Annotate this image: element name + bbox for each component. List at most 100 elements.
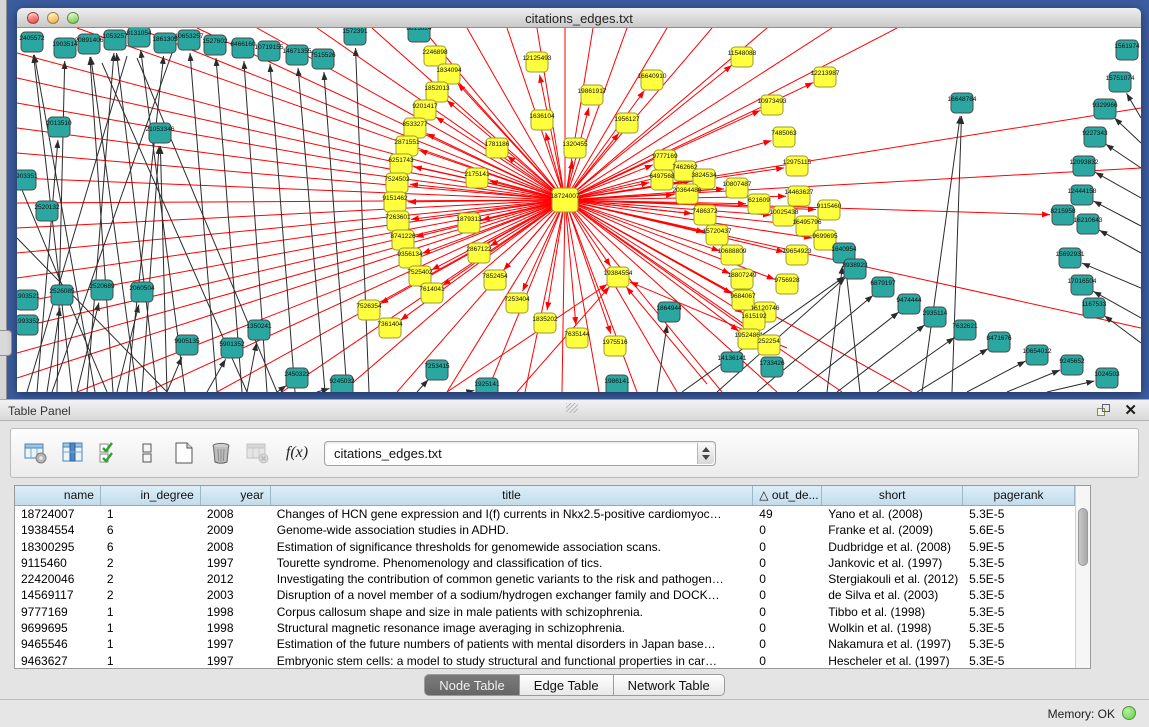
table-cell[interactable]: 49 (753, 506, 822, 522)
table-cell[interactable]: 9115460 (15, 555, 101, 571)
function-builder-icon[interactable]: f(x) (280, 444, 314, 462)
table-cell[interactable]: Jankovic et al. (1997) (822, 555, 963, 571)
table-cell[interactable]: Investigating the contribution of common… (271, 571, 754, 587)
table-cell[interactable]: 5.3E-5 (963, 506, 1075, 522)
table-cell[interactable]: 5.3E-5 (963, 620, 1075, 636)
window-titlebar[interactable]: citations_edges.txt (17, 8, 1141, 28)
citation-network-graph[interactable]: 1872400722468981834094185201392014178533… (17, 28, 1141, 392)
table-cell[interactable]: Estimation of the future numbers of pati… (271, 636, 754, 652)
table-cell[interactable]: 5.6E-5 (963, 522, 1075, 538)
node-table[interactable]: namein_degreeyeartitle△ out_de...shortpa… (14, 485, 1091, 669)
resize-grip-icon[interactable] (566, 403, 578, 413)
select-rows-icon[interactable] (95, 438, 125, 468)
table-row[interactable]: 1830029562008Estimation of significance … (15, 539, 1075, 555)
scrollbar-thumb[interactable] (1078, 508, 1088, 566)
table-cell[interactable]: Wolkin et al. (1998) (822, 620, 963, 636)
table-source-dropdown[interactable]: citations_edges.txt (324, 441, 716, 466)
tab-edge-table[interactable]: Edge Table (520, 674, 614, 696)
table-cell[interactable]: 2008 (201, 506, 271, 522)
table-cell[interactable]: 1 (101, 653, 201, 669)
table-cell[interactable]: Changes of HCN gene expression and I(f) … (271, 506, 754, 522)
column-header-out_de[interactable]: △ out_de... (753, 486, 822, 505)
table-row[interactable]: 977716911998Corpus callosum shape and si… (15, 604, 1075, 620)
table-cell[interactable]: 0 (753, 555, 822, 571)
table-cell[interactable]: Genome-wide association studies in ADHD. (271, 522, 754, 538)
table-cell[interactable]: 19384554 (15, 522, 101, 538)
table-row[interactable]: 1938455462009Genome-wide association stu… (15, 522, 1075, 538)
table-cell[interactable]: 0 (753, 587, 822, 603)
table-cell[interactable]: 5.3E-5 (963, 587, 1075, 603)
table-cell[interactable]: 0 (753, 522, 822, 538)
vertical-scrollbar[interactable] (1075, 486, 1090, 668)
table-cell[interactable]: Disruption of a novel member of a sodium… (271, 587, 754, 603)
table-cell[interactable]: 18300295 (15, 539, 101, 555)
close-panel-icon[interactable]: ✕ (1124, 402, 1137, 419)
table-cell[interactable]: 2003 (201, 587, 271, 603)
table-row[interactable]: 911546021997Tourette syndrome. Phenomeno… (15, 555, 1075, 571)
table-row[interactable]: 2242004622012Investigating the contribut… (15, 571, 1075, 587)
table-cell[interactable]: 1 (101, 604, 201, 620)
column-settings-icon[interactable] (21, 438, 51, 468)
table-cell[interactable]: Structural magnetic resonance image aver… (271, 620, 754, 636)
table-cell[interactable]: 1997 (201, 653, 271, 669)
table-cell[interactable]: 6 (101, 522, 201, 538)
table-cell[interactable]: 2009 (201, 522, 271, 538)
table-cell[interactable]: 0 (753, 539, 822, 555)
float-panel-icon[interactable] (1097, 404, 1111, 417)
table-cell[interactable]: 9699695 (15, 620, 101, 636)
tab-network-table[interactable]: Network Table (614, 674, 725, 696)
table-cell[interactable]: Dudbridge et al. (2008) (822, 539, 963, 555)
table-cell[interactable]: 2008 (201, 539, 271, 555)
table-cell[interactable]: Nakamura et al. (1997) (822, 636, 963, 652)
table-cell[interactable]: 0 (753, 604, 822, 620)
table-cell[interactable]: 1997 (201, 555, 271, 571)
network-canvas[interactable]: 1872400722468981834094185201392014178533… (17, 28, 1141, 392)
table-cell[interactable]: Yano et al. (2008) (822, 506, 963, 522)
table-cell[interactable]: Estimation of significance thresholds fo… (271, 539, 754, 555)
table-cell[interactable]: 1 (101, 636, 201, 652)
table-cell[interactable]: 14569117 (15, 587, 101, 603)
table-row[interactable]: 969969511998Structural magnetic resonanc… (15, 620, 1075, 636)
column-header-name[interactable]: name (15, 486, 101, 505)
table-cell[interactable]: 2 (101, 571, 201, 587)
table-cell[interactable]: 1998 (201, 620, 271, 636)
column-header-short[interactable]: short (822, 486, 963, 505)
table-cell[interactable]: 5.3E-5 (963, 555, 1075, 571)
show-column-icon[interactable] (58, 438, 88, 468)
table-cell[interactable]: 2012 (201, 571, 271, 587)
table-cell[interactable]: 0 (753, 571, 822, 587)
table-cell[interactable]: 0 (753, 653, 822, 669)
table-cell[interactable]: de Silva et al. (2003) (822, 587, 963, 603)
table-cell[interactable]: 2 (101, 555, 201, 571)
table-cell[interactable]: 22420046 (15, 571, 101, 587)
table-panel-header[interactable]: Table Panel ✕ (0, 399, 1149, 421)
table-cell[interactable]: Franke et al. (2009) (822, 522, 963, 538)
table-cell[interactable]: Embryonic stem cells: a model to study s… (271, 653, 754, 669)
table-cell[interactable]: 18724007 (15, 506, 101, 522)
table-cell[interactable]: Hescheler et al. (1997) (822, 653, 963, 669)
table-cell[interactable]: 0 (753, 636, 822, 652)
table-cell[interactable]: 1998 (201, 604, 271, 620)
table-cell[interactable]: 6 (101, 539, 201, 555)
table-row[interactable]: 1456911722003Disruption of a novel membe… (15, 587, 1075, 603)
table-row[interactable]: 946554611997Estimation of the future num… (15, 636, 1075, 652)
new-table-icon[interactable] (169, 438, 199, 468)
table-cell[interactable]: 5.3E-5 (963, 653, 1075, 669)
table-cell[interactable]: 1 (101, 620, 201, 636)
row-height-icon[interactable] (132, 438, 162, 468)
table-cell[interactable]: 1 (101, 506, 201, 522)
table-row[interactable]: 1872400712008Changes of HCN gene express… (15, 506, 1075, 522)
table-cell[interactable]: 9463627 (15, 653, 101, 669)
table-cell[interactable]: 5.5E-5 (963, 571, 1075, 587)
table-cell[interactable]: Corpus callosum shape and size in male p… (271, 604, 754, 620)
column-header-pagerank[interactable]: pagerank (963, 486, 1075, 505)
graph-node[interactable] (552, 188, 578, 212)
table-cell[interactable]: Stergiakouli et al. (2012) (822, 571, 963, 587)
table-body[interactable]: 1872400712008Changes of HCN gene express… (15, 506, 1075, 669)
table-cell[interactable]: Tibbo et al. (1998) (822, 604, 963, 620)
table-cell[interactable]: 9777169 (15, 604, 101, 620)
delete-trash-icon[interactable] (206, 438, 236, 468)
table-row[interactable]: 946362711997Embryonic stem cells: a mode… (15, 653, 1075, 669)
table-cell[interactable]: 9465546 (15, 636, 101, 652)
tab-node-table[interactable]: Node Table (424, 674, 520, 696)
